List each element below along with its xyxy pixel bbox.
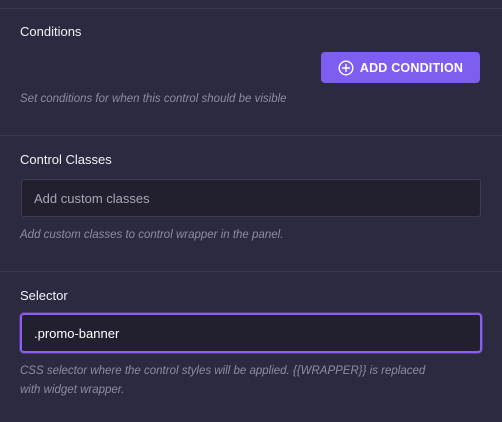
control-classes-input[interactable] bbox=[21, 179, 481, 217]
conditions-hint: Set conditions for when this control sho… bbox=[20, 93, 287, 105]
control-settings-panel: Conditions ADD CONDITION Set conditions … bbox=[0, 0, 502, 422]
divider-control-classes bbox=[0, 271, 502, 272]
selector-hint-line2: with widget wrapper. bbox=[20, 384, 125, 396]
selector-input[interactable] bbox=[20, 313, 482, 353]
control-classes-label: Control Classes bbox=[20, 152, 112, 167]
add-condition-button[interactable]: ADD CONDITION bbox=[321, 52, 480, 83]
control-classes-hint: Add custom classes to control wrapper in… bbox=[20, 229, 284, 241]
plus-circle-icon bbox=[338, 59, 354, 76]
add-condition-label: ADD CONDITION bbox=[359, 60, 464, 75]
conditions-label: Conditions bbox=[20, 24, 82, 39]
selector-label: Selector bbox=[20, 288, 68, 303]
conditions-section: Conditions ADD CONDITION Set conditions … bbox=[0, 0, 502, 136]
selector-hint-line1: CSS selector where the control styles wi… bbox=[20, 365, 426, 377]
